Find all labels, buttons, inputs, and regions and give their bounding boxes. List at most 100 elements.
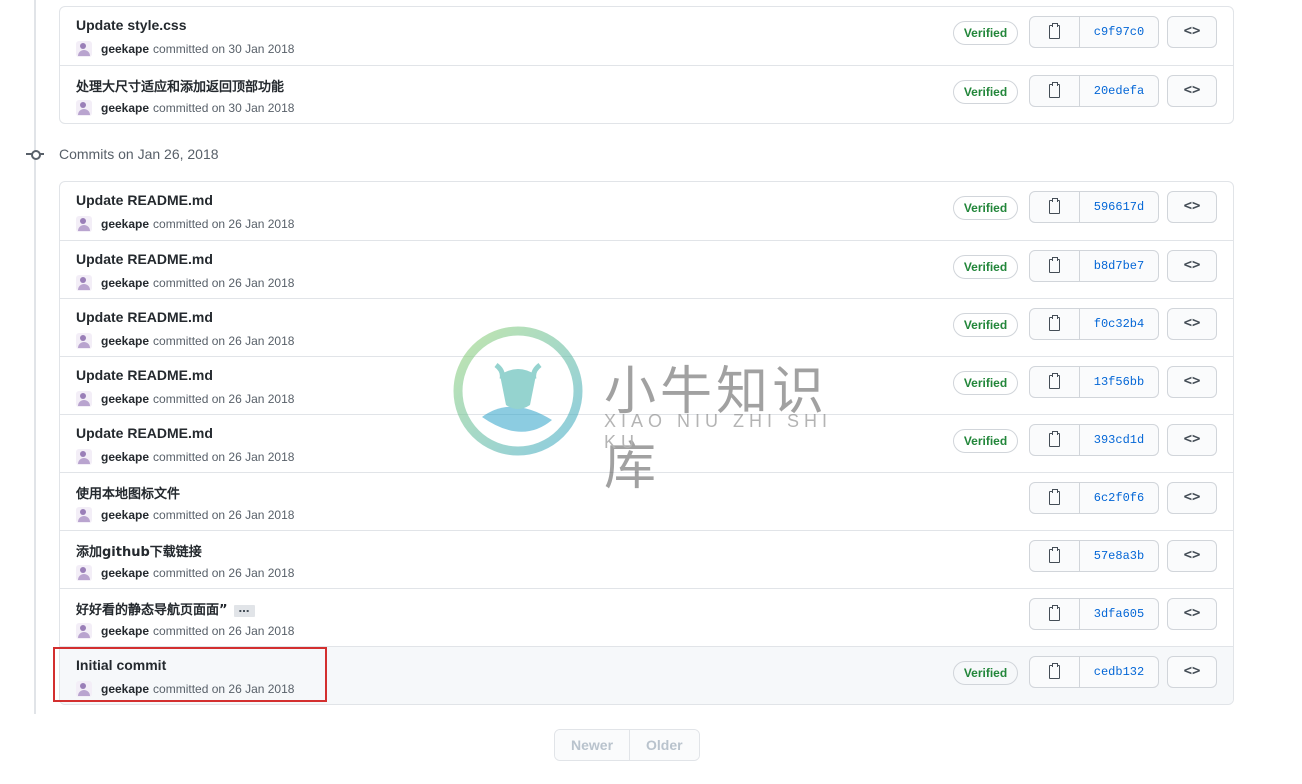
browse-code-button[interactable]: <> bbox=[1167, 308, 1217, 340]
browse-code-button[interactable]: <> bbox=[1167, 424, 1217, 456]
copy-sha-button[interactable] bbox=[1030, 76, 1080, 106]
author-link[interactable]: geekape bbox=[101, 42, 149, 56]
verified-badge[interactable]: Verified bbox=[953, 371, 1018, 395]
verified-badge[interactable]: Verified bbox=[953, 429, 1018, 453]
clipboard-icon bbox=[1049, 23, 1060, 39]
commit-message-link[interactable]: Update README.md bbox=[76, 425, 213, 441]
timeline-line bbox=[34, 0, 36, 714]
author-link[interactable]: geekape bbox=[101, 392, 149, 406]
commit-message-text: 好好看的静态导航页面面” bbox=[76, 603, 228, 618]
commit-meta: geekape committed on 26 Jan 2018 bbox=[76, 333, 294, 349]
commit-sha-link[interactable]: 6c2f0f6 bbox=[1080, 483, 1158, 513]
commit-sha-link[interactable]: 393cd1d bbox=[1080, 425, 1158, 455]
copy-sha-button[interactable] bbox=[1030, 17, 1080, 47]
author-link[interactable]: geekape bbox=[101, 508, 149, 522]
avatar[interactable] bbox=[76, 507, 92, 523]
author-link[interactable]: geekape bbox=[101, 682, 149, 696]
commit-message-text: Update README.md bbox=[76, 425, 213, 441]
commit-date: committed on 30 Jan 2018 bbox=[153, 101, 295, 115]
commit-date: committed on 26 Jan 2018 bbox=[153, 450, 295, 464]
commit-sha-link[interactable]: 3dfa605 bbox=[1080, 599, 1158, 629]
browse-code-button[interactable]: <> bbox=[1167, 366, 1217, 398]
sha-button-group: c9f97c0 bbox=[1029, 16, 1159, 48]
author-link[interactable]: geekape bbox=[101, 334, 149, 348]
commit-sha-link[interactable]: 596617d bbox=[1080, 192, 1158, 222]
avatar[interactable] bbox=[76, 449, 92, 465]
author-link[interactable]: geekape bbox=[101, 276, 149, 290]
clipboard-icon bbox=[1049, 489, 1060, 505]
avatar[interactable] bbox=[76, 623, 92, 639]
commit-sha-link[interactable]: 20edefa bbox=[1080, 76, 1158, 106]
clipboard-icon bbox=[1049, 373, 1060, 389]
commit-message-link[interactable]: Update README.md bbox=[76, 309, 213, 325]
commit-message-link[interactable]: Initial commit bbox=[76, 657, 166, 673]
author-link[interactable]: geekape bbox=[101, 566, 149, 580]
author-link[interactable]: geekape bbox=[101, 450, 149, 464]
verified-badge[interactable]: Verified bbox=[953, 255, 1018, 279]
commit-message-link[interactable]: Update README.md bbox=[76, 251, 213, 267]
avatar[interactable] bbox=[76, 41, 92, 57]
date-header: Commits on Jan 26, 2018 bbox=[26, 145, 219, 163]
browse-code-button[interactable]: <> bbox=[1167, 482, 1217, 514]
clipboard-icon bbox=[1049, 605, 1060, 621]
browse-code-button[interactable]: <> bbox=[1167, 16, 1217, 48]
copy-sha-button[interactable] bbox=[1030, 483, 1080, 513]
commit-date: committed on 26 Jan 2018 bbox=[153, 624, 295, 638]
commit-message-link[interactable]: 处理大尺寸适应和添加返回顶部功能 bbox=[76, 76, 284, 95]
browse-code-button[interactable]: <> bbox=[1167, 656, 1217, 688]
expand-message-button[interactable]: … bbox=[233, 603, 255, 617]
browse-code-button[interactable]: <> bbox=[1167, 191, 1217, 223]
author-link[interactable]: geekape bbox=[101, 624, 149, 638]
commit-sha-link[interactable]: 13f56bb bbox=[1080, 367, 1158, 397]
copy-sha-button[interactable] bbox=[1030, 309, 1080, 339]
newer-button[interactable]: Newer bbox=[555, 730, 630, 760]
browse-code-button[interactable]: <> bbox=[1167, 598, 1217, 630]
commit-message-link[interactable]: Update README.md bbox=[76, 367, 213, 383]
commit-message-link[interactable]: Update style.css bbox=[76, 17, 187, 33]
verified-badge[interactable]: Verified bbox=[953, 80, 1018, 104]
verified-badge[interactable]: Verified bbox=[953, 196, 1018, 220]
commit-sha-link[interactable]: cedb132 bbox=[1080, 657, 1158, 687]
browse-code-button[interactable]: <> bbox=[1167, 540, 1217, 572]
copy-sha-button[interactable] bbox=[1030, 367, 1080, 397]
commit-sha-link[interactable]: 57e8a3b bbox=[1080, 541, 1158, 571]
commit-message-text: Update README.md bbox=[76, 309, 213, 325]
avatar[interactable] bbox=[76, 565, 92, 581]
verified-badge[interactable]: Verified bbox=[953, 21, 1018, 45]
copy-sha-button[interactable] bbox=[1030, 192, 1080, 222]
clipboard-icon bbox=[1049, 431, 1060, 447]
avatar[interactable] bbox=[76, 681, 92, 697]
commit-message-text: 添加github下载链接 bbox=[76, 545, 202, 560]
copy-sha-button[interactable] bbox=[1030, 425, 1080, 455]
browse-code-button[interactable]: <> bbox=[1167, 250, 1217, 282]
copy-sha-button[interactable] bbox=[1030, 599, 1080, 629]
copy-sha-button[interactable] bbox=[1030, 251, 1080, 281]
commit-row: Update README.md geekape committed on 26 J… bbox=[60, 182, 1233, 240]
commit-row: 好好看的静态导航页面面” … geekape committed on 26 Jan … bbox=[60, 588, 1233, 646]
commit-message-link[interactable]: Update README.md bbox=[76, 192, 213, 208]
commit-message-link[interactable]: 使用本地图标文件 bbox=[76, 483, 180, 502]
commit-sha-link[interactable]: b8d7be7 bbox=[1080, 251, 1158, 281]
commit-sha-link[interactable]: c9f97c0 bbox=[1080, 17, 1158, 47]
verified-badge[interactable]: Verified bbox=[953, 661, 1018, 685]
author-link[interactable]: geekape bbox=[101, 217, 149, 231]
avatar[interactable] bbox=[76, 391, 92, 407]
sha-button-group: f0c32b4 bbox=[1029, 308, 1159, 340]
avatar[interactable] bbox=[76, 216, 92, 232]
avatar[interactable] bbox=[76, 275, 92, 291]
avatar[interactable] bbox=[76, 333, 92, 349]
sha-button-group: 3dfa605 bbox=[1029, 598, 1159, 630]
older-button[interactable]: Older bbox=[629, 730, 699, 760]
commit-sha-link[interactable]: f0c32b4 bbox=[1080, 309, 1158, 339]
copy-sha-button[interactable] bbox=[1030, 541, 1080, 571]
commit-row: Update style.css geekape committed on 30 J… bbox=[60, 7, 1233, 65]
browse-code-button[interactable]: <> bbox=[1167, 75, 1217, 107]
verified-badge[interactable]: Verified bbox=[953, 313, 1018, 337]
author-link[interactable]: geekape bbox=[101, 101, 149, 115]
clipboard-icon bbox=[1049, 547, 1060, 563]
commit-message-link[interactable]: 添加github下载链接 bbox=[76, 541, 202, 560]
commit-message-link[interactable]: 好好看的静态导航页面面” … bbox=[76, 599, 255, 618]
avatar[interactable] bbox=[76, 100, 92, 116]
sha-button-group: 57e8a3b bbox=[1029, 540, 1159, 572]
copy-sha-button[interactable] bbox=[1030, 657, 1080, 687]
